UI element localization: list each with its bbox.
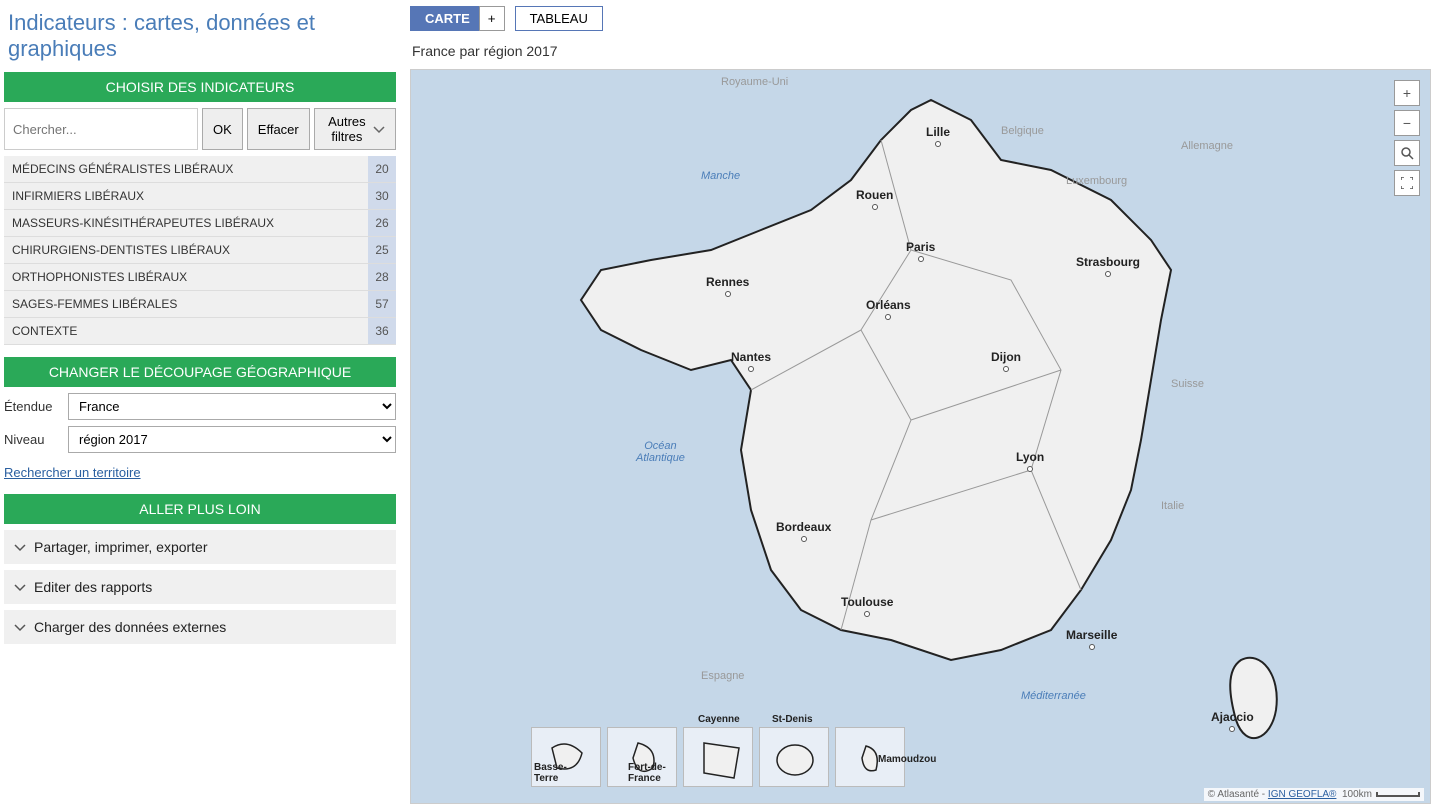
indicator-row[interactable]: CHIRURGIENS-DENTISTES LIBÉRAUX25	[4, 237, 396, 264]
inset-reunion[interactable]: St-Denis	[759, 727, 829, 787]
indicator-row[interactable]: INFIRMIERS LIBÉRAUX30	[4, 183, 396, 210]
city-lyon: Lyon	[1016, 450, 1044, 472]
city-orleans: Orléans	[866, 298, 911, 320]
country-label: Suisse	[1171, 378, 1204, 390]
indicator-list: MÉDECINS GÉNÉRALISTES LIBÉRAUX20INFIRMIE…	[4, 156, 396, 345]
country-label: Belgique	[1001, 125, 1044, 137]
city-ajaccio: Ajaccio	[1211, 710, 1254, 732]
indicator-label: MÉDECINS GÉNÉRALISTES LIBÉRAUX	[4, 156, 368, 182]
indicator-label: INFIRMIERS LIBÉRAUX	[4, 183, 368, 209]
search-map-button[interactable]	[1394, 140, 1420, 166]
accordion-label: Charger des données externes	[34, 619, 226, 635]
city-toulouse: Toulouse	[841, 595, 893, 617]
accordion-label: Editer des rapports	[34, 579, 152, 595]
attribution-link[interactable]: IGN GEOFLA®	[1268, 789, 1337, 800]
accordion-item[interactable]: Charger des données externes	[4, 610, 396, 644]
search-input[interactable]	[4, 108, 198, 150]
accordion-label: Partager, imprimer, exporter	[34, 539, 208, 555]
country-label: Luxembourg	[1066, 175, 1127, 187]
indicator-row[interactable]: CONTEXTE36	[4, 318, 396, 345]
country-label: Royaume-Uni	[721, 76, 788, 88]
city-rennes: Rennes	[706, 275, 749, 297]
extent-select[interactable]: France	[68, 393, 396, 420]
country-label: Espagne	[701, 670, 744, 682]
indicator-count: 36	[368, 318, 396, 344]
indicator-label: CONTEXTE	[4, 318, 368, 344]
sea-label: Océan Atlantique	[636, 440, 685, 464]
overseas-insets: Basse- Terre Fort-de- France Cayenne St-…	[531, 727, 905, 787]
page-title: Indicateurs : cartes, données et graphiq…	[4, 4, 396, 72]
section-header-geo: CHANGER LE DÉCOUPAGE GÉOGRAPHIQUE	[4, 357, 396, 387]
accordion-item[interactable]: Partager, imprimer, exporter	[4, 530, 396, 564]
sea-label: Manche	[701, 170, 740, 182]
plus-button[interactable]: +	[479, 6, 505, 31]
indicator-count: 25	[368, 237, 396, 263]
chevron-down-icon	[373, 122, 385, 137]
indicator-row[interactable]: ORTHOPHONISTES LIBÉRAUX28	[4, 264, 396, 291]
indicator-count: 28	[368, 264, 396, 290]
fullscreen-button[interactable]	[1394, 170, 1420, 196]
city-lille: Lille	[926, 125, 950, 147]
indicator-row[interactable]: MÉDECINS GÉNÉRALISTES LIBÉRAUX20	[4, 156, 396, 183]
search-territory-link[interactable]: Rechercher un territoire	[4, 465, 141, 480]
city-paris: Paris	[906, 240, 935, 262]
country-label: Italie	[1161, 500, 1184, 512]
city-marseille: Marseille	[1066, 628, 1117, 650]
zoom-in-button[interactable]: +	[1394, 80, 1420, 106]
chevron-down-icon	[14, 539, 26, 555]
zoom-out-button[interactable]: −	[1394, 110, 1420, 136]
level-label: Niveau	[4, 432, 60, 447]
inset-mayotte[interactable]: Mamoudzou	[835, 727, 905, 787]
tab-tableau[interactable]: TABLEAU	[515, 6, 603, 31]
inset-guadeloupe[interactable]: Basse- Terre	[531, 727, 601, 787]
section-header-indicators: CHOISIR DES INDICATEURS	[4, 72, 396, 102]
france-map-svg	[411, 70, 1431, 790]
map-attribution: © Atlasanté - IGN GEOFLA® 100km	[1204, 788, 1424, 801]
accordion-item[interactable]: Editer des rapports	[4, 570, 396, 604]
level-select[interactable]: région 2017	[68, 426, 396, 453]
indicator-label: CHIRURGIENS-DENTISTES LIBÉRAUX	[4, 237, 368, 263]
indicator-count: 26	[368, 210, 396, 236]
city-rouen: Rouen	[856, 188, 893, 210]
map-title: France par région 2017	[410, 43, 1431, 69]
tab-carte[interactable]: CARTE	[410, 6, 485, 31]
inset-martinique[interactable]: Fort-de- France	[607, 727, 677, 787]
country-label: Allemagne	[1181, 140, 1233, 152]
chevron-down-icon	[14, 579, 26, 595]
city-nantes: Nantes	[731, 350, 771, 372]
indicator-count: 20	[368, 156, 396, 182]
city-bordeaux: Bordeaux	[776, 520, 831, 542]
indicator-label: MASSEURS-KINÉSITHÉRAPEUTES LIBÉRAUX	[4, 210, 368, 236]
ok-button[interactable]: OK	[202, 108, 243, 150]
section-header-more: ALLER PLUS LOIN	[4, 494, 396, 524]
chevron-down-icon	[14, 619, 26, 635]
other-filters-button[interactable]: Autres filtres	[314, 108, 396, 150]
sea-label: Méditerranée	[1021, 690, 1086, 702]
clear-button[interactable]: Effacer	[247, 108, 310, 150]
map-canvas[interactable]: + − Manche Océan Atlantique Médite	[410, 69, 1431, 804]
city-dijon: Dijon	[991, 350, 1021, 372]
city-strasbourg: Strasbourg	[1076, 255, 1140, 277]
indicator-count: 57	[368, 291, 396, 317]
inset-guyane[interactable]: Cayenne	[683, 727, 753, 787]
indicator-row[interactable]: SAGES-FEMMES LIBÉRALES57	[4, 291, 396, 318]
indicator-row[interactable]: MASSEURS-KINÉSITHÉRAPEUTES LIBÉRAUX26	[4, 210, 396, 237]
indicator-count: 30	[368, 183, 396, 209]
extent-label: Étendue	[4, 399, 60, 414]
indicator-label: SAGES-FEMMES LIBÉRALES	[4, 291, 368, 317]
indicator-label: ORTHOPHONISTES LIBÉRAUX	[4, 264, 368, 290]
other-filters-label: Autres filtres	[325, 114, 369, 144]
